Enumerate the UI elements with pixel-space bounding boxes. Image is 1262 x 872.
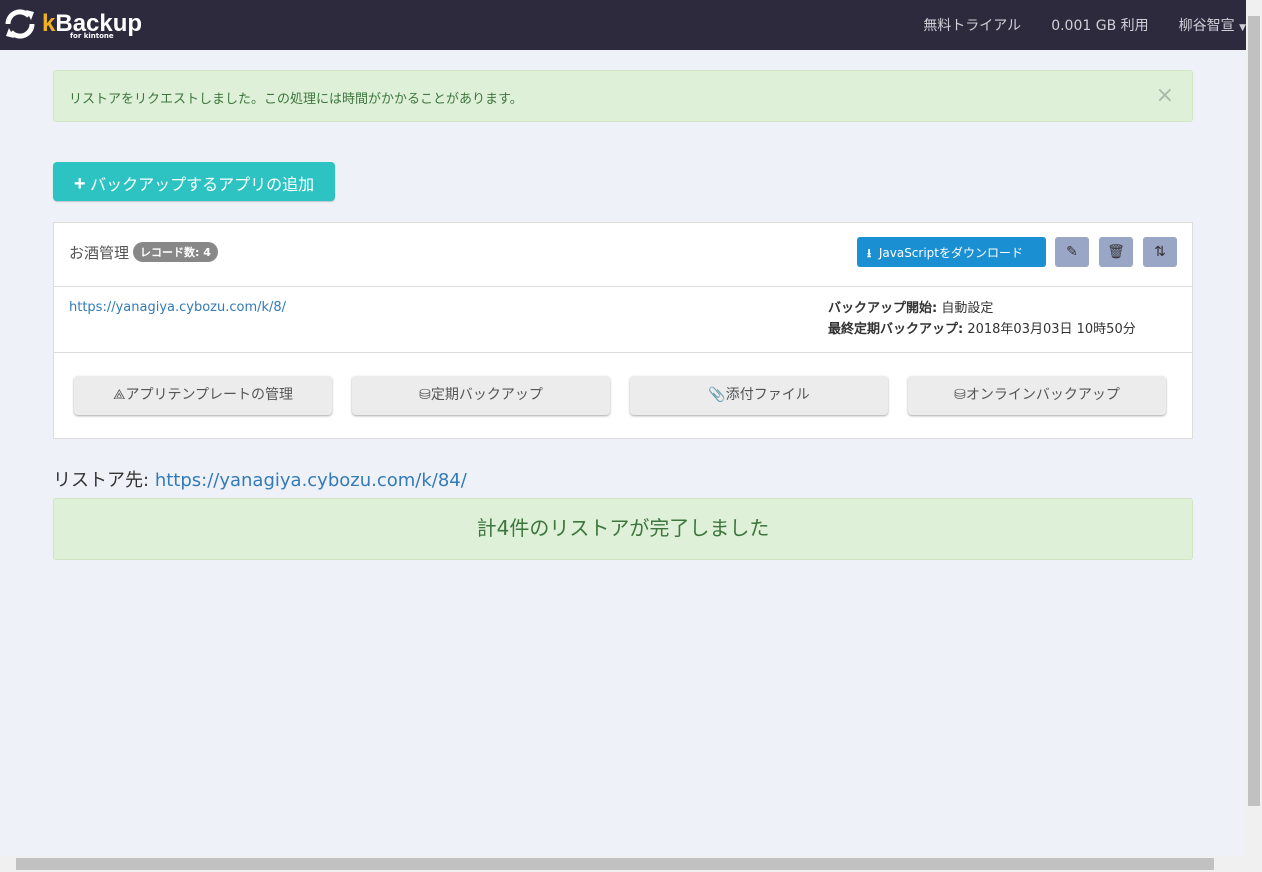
restore-url-link[interactable]: https://yanagiya.cybozu.com/k/84/	[155, 470, 467, 491]
last-backup-label: 最終定期バックアップ:	[828, 322, 964, 337]
database-icon: ⛁	[419, 387, 431, 403]
database-arrow-icon: ⛁	[954, 387, 966, 403]
restore-request-alert: リストアをリクエストしました。この処理には時間がかかることがあります。 ×	[53, 70, 1193, 122]
scheduled-backup-button[interactable]: ⛁定期バックアップ	[352, 376, 610, 415]
backup-start-label: バックアップ開始:	[828, 301, 938, 316]
pencil-icon: ✎	[1066, 244, 1078, 260]
download-icon: ⭳	[867, 246, 872, 260]
add-app-button[interactable]: + バックアップするアプリの追加	[53, 162, 335, 201]
edit-button[interactable]: ✎	[1055, 237, 1089, 267]
horizontal-scrollbar[interactable]	[0, 856, 1246, 872]
restore-complete-alert: 計4件のリストアが完了しました	[53, 498, 1193, 560]
user-menu[interactable]: 柳谷智宣 ▼	[1179, 15, 1246, 35]
paperclip-icon: 📎	[708, 387, 726, 403]
caret-down-icon: ▼	[1239, 23, 1246, 33]
app-name: お酒管理	[69, 244, 130, 262]
trash-icon: 🗑	[1107, 244, 1125, 260]
online-backup-button[interactable]: ⛁オンラインバックアップ	[908, 376, 1166, 415]
app-store-icon: ⟁	[112, 387, 126, 403]
sort-icon: ⇅	[1154, 244, 1166, 260]
top-navbar: kBackup for kintone 無料トライアル 0.001 GB 利用 …	[0, 0, 1246, 50]
backup-start-value: 自動設定	[941, 301, 994, 316]
trial-link[interactable]: 無料トライアル	[923, 15, 1021, 35]
kbackup-logo[interactable]: kBackup for kintone	[2, 6, 142, 42]
restore-label: リストア先:	[53, 470, 150, 491]
download-label: JavaScriptをダウンロード	[878, 246, 1023, 260]
sync-icon	[5, 9, 35, 39]
download-js-button[interactable]: ⭳ JavaScriptをダウンロード	[857, 237, 1046, 267]
alert-message: リストアをリクエストしました。この処理には時間がかかることがあります。	[69, 92, 523, 107]
app-url-link[interactable]: https://yanagiya.cybozu.com/k/8/	[69, 300, 286, 315]
delete-button[interactable]: 🗑	[1099, 237, 1133, 267]
user-name: 柳谷智宣	[1178, 18, 1235, 34]
vertical-scrollbar[interactable]	[1246, 0, 1262, 872]
attachments-button[interactable]: 📎添付ファイル	[630, 376, 888, 415]
sort-button[interactable]: ⇅	[1143, 237, 1177, 267]
action-label: 定期バックアップ	[430, 387, 543, 403]
brand-k: k	[42, 10, 56, 37]
usage-text: 0.001 GB 利用	[1051, 18, 1149, 34]
action-label: アプリテンプレートの管理	[125, 387, 294, 403]
plus-icon: +	[73, 173, 86, 195]
restore-target: リストア先: https://yanagiya.cybozu.com/k/84/	[53, 466, 467, 492]
add-app-label: バックアップするアプリの追加	[90, 177, 315, 194]
last-backup-value: 2018年03月03日 10時50分	[967, 322, 1136, 337]
action-label: 添付ファイル	[725, 387, 810, 403]
template-manage-button[interactable]: ⟁アプリテンプレートの管理	[74, 376, 332, 415]
app-panel: お酒管理 レコード数: 4 ⭳ JavaScriptをダウンロード ✎ 🗑 ⇅ h…	[53, 222, 1193, 439]
record-count-badge: レコード数: 4	[133, 242, 218, 262]
action-label: オンラインバックアップ	[965, 387, 1120, 403]
close-icon[interactable]: ×	[1156, 83, 1174, 108]
brand-sub: for kintone	[70, 32, 114, 40]
